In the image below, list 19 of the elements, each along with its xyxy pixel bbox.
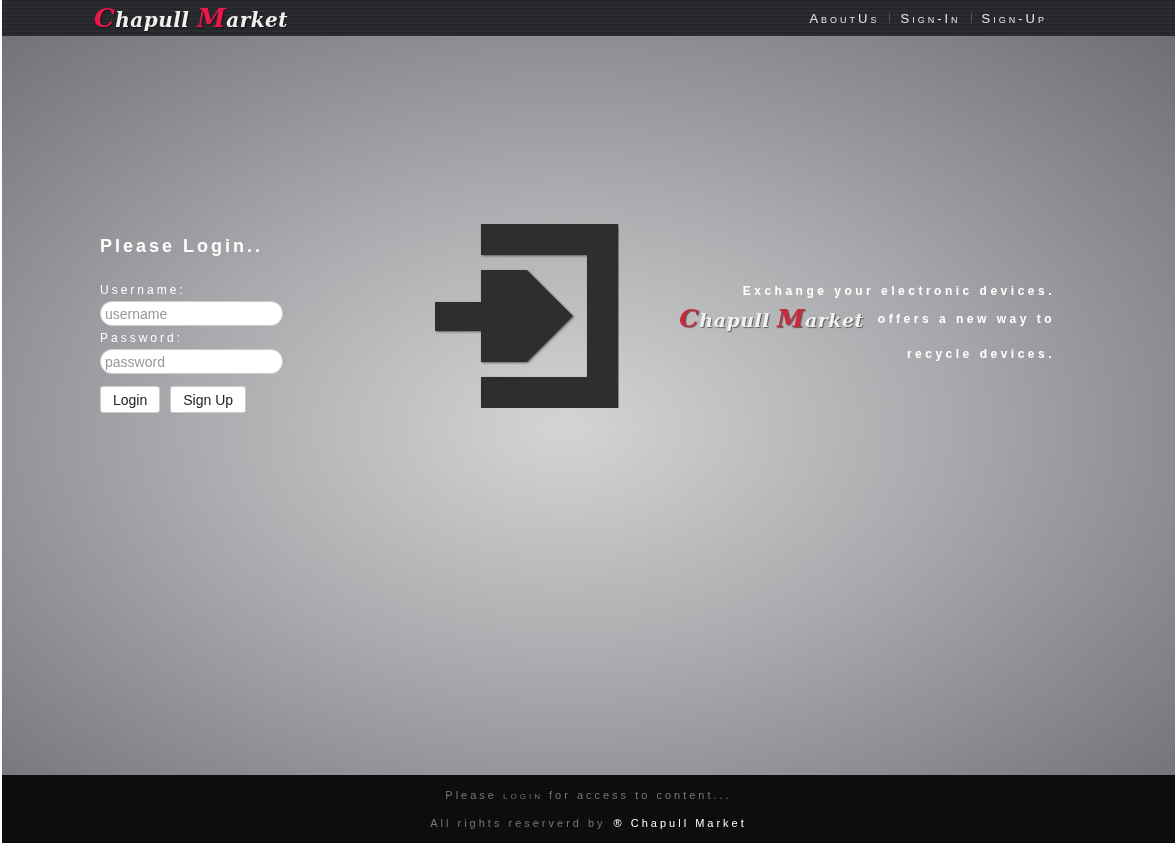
- login-notice: Please login for access to content...: [445, 789, 732, 801]
- login-button[interactable]: Login: [100, 386, 161, 413]
- logo: Chapull Market: [94, 3, 288, 33]
- nav-link[interactable]: AboutUs: [809, 10, 880, 26]
- input-field[interactable]: username: [100, 301, 283, 326]
- brand-name: ® Chapull Market: [613, 817, 747, 829]
- tagline-text: offers a new way to: [877, 311, 1055, 326]
- field-label: Username:: [100, 283, 187, 297]
- field-label: Password:: [100, 331, 185, 345]
- tagline-text: Exchange your electronic devices.: [742, 284, 1055, 298]
- login-title: Please Login..: [100, 236, 265, 257]
- sign-up-button[interactable]: Sign Up: [170, 386, 247, 413]
- tagline-text: recycle devices.: [906, 347, 1055, 361]
- input-field[interactable]: password: [100, 349, 283, 374]
- logo: Chapull Market: [679, 304, 864, 333]
- nav-link[interactable]: Sign-Up: [981, 10, 1047, 26]
- nav-link[interactable]: Sign-In: [900, 10, 961, 26]
- copyright-text: All rights reserverd by: [430, 817, 606, 829]
- sign-in-icon: [435, 224, 619, 408]
